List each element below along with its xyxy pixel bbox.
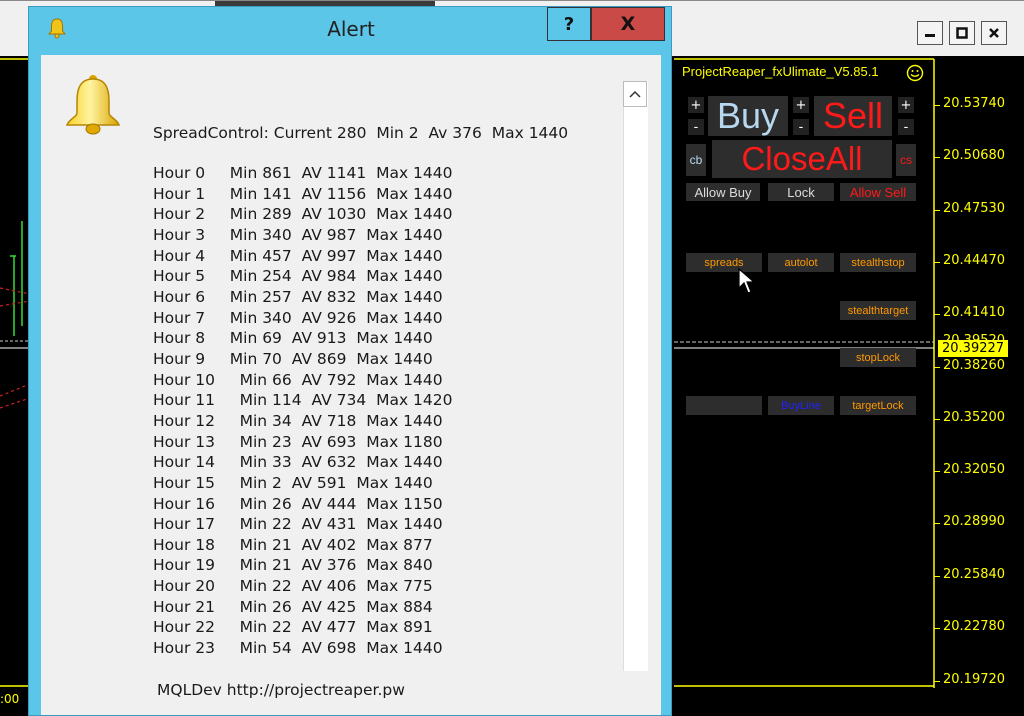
mouse-cursor-icon	[738, 267, 756, 300]
price-label: 20.22780	[943, 619, 1006, 634]
hour-row: Hour 6 Min 257 AV 832 Max 1440	[153, 287, 443, 306]
hour-row: Hour 16 Min 26 AV 444 Max 1150	[153, 494, 443, 513]
maximize-icon	[956, 27, 968, 39]
lock-button[interactable]: Lock	[768, 183, 834, 201]
hour-row: Hour 7 Min 340 AV 926 Max 1440	[153, 308, 443, 327]
dialog-body: SpreadControl: Current 280 Min 2 Av 376 …	[41, 55, 661, 715]
price-label: 20.35200	[943, 410, 1006, 425]
hour-row: Hour 18 Min 21 AV 402 Max 877	[153, 535, 433, 554]
axis-tick	[934, 105, 940, 106]
hour-row: Hour 12 Min 34 AV 718 Max 1440	[153, 411, 443, 430]
sell-button[interactable]: Sell	[814, 95, 892, 136]
ea-panel-title: ProjectReaper_fxUlimate_V5.85.1	[682, 64, 879, 79]
price-label: 20.38260	[943, 358, 1006, 373]
axis-tick	[934, 314, 940, 315]
price-label: 20.53740	[943, 96, 1006, 111]
price-label: 20.50680	[943, 148, 1006, 163]
hour-row: Hour 21 Min 26 AV 425 Max 884	[153, 597, 433, 616]
hour-row: Hour 19 Min 21 AV 376 Max 840	[153, 556, 433, 575]
alert-dialog: Alert ? X SpreadControl: Current 280 Min…	[28, 6, 672, 716]
close-window-button[interactable]	[981, 21, 1007, 45]
extra-plus-button[interactable]: +	[898, 97, 914, 113]
price-label: 20.25840	[943, 567, 1006, 582]
minimize-icon	[925, 34, 935, 37]
axis-tick	[934, 367, 940, 368]
hour-row: Hour 9 Min 70 AV 869 Max 1440	[153, 349, 433, 368]
axis-tick	[934, 576, 940, 577]
targetlock-button[interactable]: targetLock	[840, 396, 916, 415]
price-label: 20.28990	[943, 514, 1006, 529]
buyline-button[interactable]: BuyLine	[768, 396, 834, 415]
help-button[interactable]: ?	[547, 7, 591, 41]
hour-row: Hour 2 Min 289 AV 1030 Max 1440	[153, 205, 453, 224]
axis-tick	[934, 210, 940, 211]
hour-row: Hour 17 Min 22 AV 431 Max 1440	[153, 515, 443, 534]
autolot-button[interactable]: autolot	[768, 253, 834, 272]
hour-row: Hour 11 Min 114 AV 734 Max 1420	[153, 391, 453, 410]
hour-row: Hour 10 Min 66 AV 792 Max 1440	[153, 370, 443, 389]
message-scrollbar[interactable]	[623, 81, 648, 671]
hour-row: Hour 5 Min 254 AV 984 Max 1440	[153, 267, 443, 286]
hour-row: Hour 0 Min 861 AV 1141 Max 1440	[153, 164, 453, 182]
chevron-up-icon	[629, 90, 641, 98]
hour-row: Hour 3 Min 340 AV 987 Max 1440	[153, 225, 443, 244]
stoplock-button[interactable]: stopLock	[840, 348, 916, 367]
axis-tick	[934, 471, 940, 472]
spread-summary: SpreadControl: Current 280 Min 2 Av 376 …	[153, 124, 569, 142]
hour-row: Hour 15 Min 2 AV 591 Max 1440	[153, 473, 433, 492]
close-icon	[989, 28, 999, 38]
axis-tick	[934, 419, 940, 420]
bell-large-icon	[61, 73, 125, 143]
hour-row: Hour 4 Min 457 AV 997 Max 1440	[153, 246, 443, 265]
allow-buy-button[interactable]: Allow Buy	[686, 183, 760, 201]
minimize-button[interactable]	[917, 21, 943, 45]
hour-row: Hour 14 Min 33 AV 632 Max 1440	[153, 453, 443, 472]
extra-minus-button[interactable]: -	[898, 119, 914, 135]
price-label: 20.32050	[943, 462, 1006, 477]
hour-row: Hour 13 Min 23 AV 693 Max 1180	[153, 432, 443, 451]
close-all-button[interactable]: CloseAll	[712, 140, 892, 178]
price-label: 20.47530	[943, 201, 1006, 216]
sell-lot-plus-button[interactable]: +	[793, 97, 809, 113]
buy-lot-plus-button[interactable]: +	[688, 97, 704, 113]
footer-link: MQLDev http://projectreaper.pw	[157, 681, 405, 699]
stealthtarget-button[interactable]: stealthtarget	[840, 301, 916, 320]
buy-button[interactable]: Buy	[708, 95, 788, 136]
sell-lot-minus-button[interactable]: -	[793, 119, 809, 135]
smiley-icon	[906, 64, 924, 86]
current-price-label: 20.39227	[938, 340, 1008, 357]
price-chart-left[interactable]: :00	[0, 56, 31, 706]
buy-lot-minus-button[interactable]: -	[688, 119, 704, 135]
close-sells-button[interactable]: cs	[896, 144, 916, 176]
close-buys-button[interactable]: cb	[686, 144, 706, 176]
dialog-close-button[interactable]: X	[591, 7, 665, 41]
scroll-up-button[interactable]	[623, 81, 647, 107]
axis-tick	[934, 628, 940, 629]
maximize-button[interactable]	[949, 21, 975, 45]
axis-tick	[934, 157, 940, 158]
stealthstop-button[interactable]: stealthstop	[840, 253, 916, 272]
chart-left-plot	[0, 58, 31, 687]
axis-tick	[934, 523, 940, 524]
hour-row: Hour 8 Min 69 AV 913 Max 1440	[153, 329, 433, 348]
hour-row: Hour 20 Min 22 AV 406 Max 775	[153, 577, 433, 596]
hour-row: Hour 23 Min 54 AV 698 Max 1440	[153, 639, 443, 658]
allow-sell-button[interactable]: Allow Sell	[840, 183, 916, 201]
blank-panel-button[interactable]	[686, 396, 762, 415]
hour-row: Hour 1 Min 141 AV 1156 Max 1440	[153, 184, 453, 203]
axis-tick	[934, 681, 940, 682]
price-label: 20.44470	[943, 253, 1006, 268]
price-label: 20.19720	[943, 672, 1006, 687]
price-label: 20.41410	[943, 305, 1006, 320]
axis-tick	[934, 262, 940, 263]
hour-list: Hour 0 Min 861 AV 1141 Max 1440 Hour 1 M…	[153, 163, 453, 659]
hour-row: Hour 22 Min 22 AV 477 Max 891	[153, 618, 433, 637]
